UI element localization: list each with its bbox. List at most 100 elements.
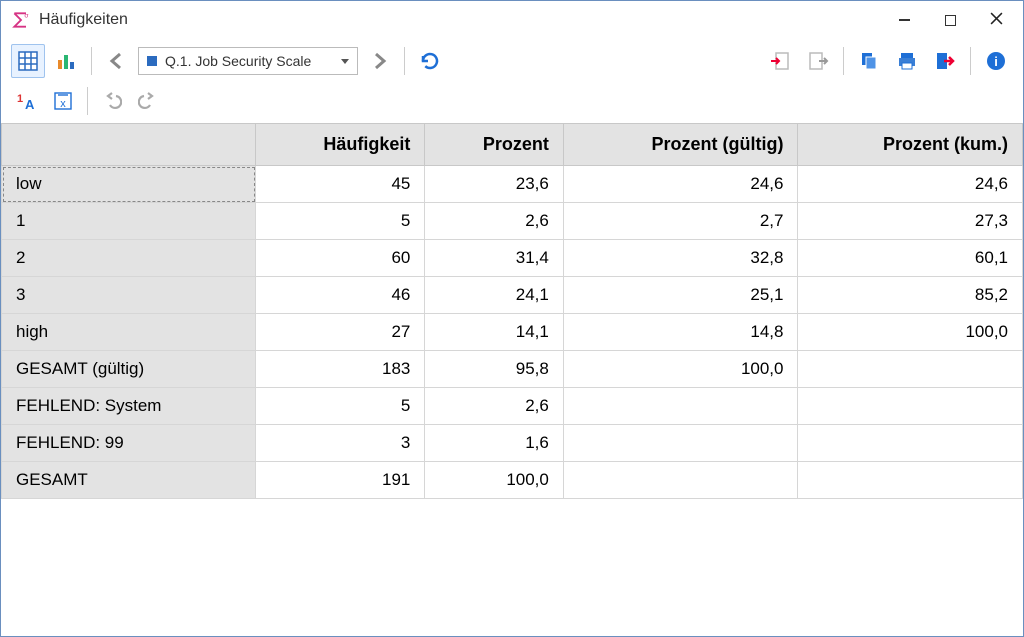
value-cell[interactable]: 2,6 — [425, 203, 563, 240]
redo-button[interactable] — [132, 85, 164, 117]
export-doc-icon — [807, 50, 829, 72]
row-label-cell[interactable]: FEHLEND: System — [2, 388, 256, 425]
value-cell[interactable]: 25,1 — [563, 277, 798, 314]
chart-view-button[interactable] — [49, 44, 83, 78]
svg-text:i: i — [994, 54, 998, 69]
row-label-cell[interactable]: FEHLEND: 99 — [2, 425, 256, 462]
undo-button[interactable] — [96, 85, 128, 117]
row-label-cell[interactable]: 2 — [2, 240, 256, 277]
table-row[interactable]: high2714,114,8100,0 — [2, 314, 1023, 351]
value-cell[interactable]: 60,1 — [798, 240, 1023, 277]
row-label-cell[interactable]: low — [2, 166, 256, 203]
undo-icon — [102, 91, 122, 111]
svg-text:1: 1 — [17, 93, 23, 105]
table-row[interactable]: GESAMT191100,0 — [2, 462, 1023, 499]
table-grid-icon — [17, 50, 39, 72]
col-header-cum-percent[interactable]: Prozent (kum.) — [798, 124, 1023, 166]
value-cell[interactable]: 60 — [256, 240, 425, 277]
value-cell[interactable]: 2,7 — [563, 203, 798, 240]
row-label-cell[interactable]: 1 — [2, 203, 256, 240]
printer-icon — [896, 50, 918, 72]
value-cell[interactable]: 14,1 — [425, 314, 563, 351]
import-button[interactable] — [763, 44, 797, 78]
value-cell[interactable]: 5 — [256, 203, 425, 240]
value-cell[interactable] — [563, 425, 798, 462]
value-cell[interactable] — [563, 462, 798, 499]
title-bar: σ Häufigkeiten — [1, 1, 1023, 39]
toolbar-separator — [91, 47, 92, 75]
table-row[interactable]: low4523,624,624,6 — [2, 166, 1023, 203]
copy-button[interactable] — [852, 44, 886, 78]
row-label-cell[interactable]: high — [2, 314, 256, 351]
value-cell[interactable]: 14,8 — [563, 314, 798, 351]
main-toolbar: Q.1. Job Security Scale i — [1, 39, 1023, 83]
col-header-percent[interactable]: Prozent — [425, 124, 563, 166]
nav-next-button[interactable] — [362, 44, 396, 78]
row-label-cell[interactable]: 3 — [2, 277, 256, 314]
col-header-frequency[interactable]: Häufigkeit — [256, 124, 425, 166]
refresh-icon — [419, 50, 441, 72]
value-cell[interactable] — [798, 388, 1023, 425]
table-row[interactable]: FEHLEND: System52,6 — [2, 388, 1023, 425]
variable-color-icon — [147, 56, 157, 66]
value-cell[interactable]: 191 — [256, 462, 425, 499]
value-cell[interactable]: 24,1 — [425, 277, 563, 314]
nav-prev-button[interactable] — [100, 44, 134, 78]
table-view-button[interactable] — [11, 44, 45, 78]
row-label-cell[interactable]: GESAMT (gültig) — [2, 351, 256, 388]
col-header-valid-percent[interactable]: Prozent (gültig) — [563, 124, 798, 166]
app-window: σ Häufigkeiten Q.1. Job Security Scale — [0, 0, 1024, 637]
window-minimize-button[interactable] — [881, 1, 927, 39]
row-label-cell[interactable]: GESAMT — [2, 462, 256, 499]
value-cell[interactable]: 45 — [256, 166, 425, 203]
refresh-button[interactable] — [413, 44, 447, 78]
value-cell[interactable] — [798, 462, 1023, 499]
table-row[interactable]: 152,62,727,3 — [2, 203, 1023, 240]
table-row[interactable]: 34624,125,185,2 — [2, 277, 1023, 314]
value-cell[interactable]: 31,4 — [425, 240, 563, 277]
print-button[interactable] — [890, 44, 924, 78]
value-cell[interactable]: 23,6 — [425, 166, 563, 203]
value-cell[interactable]: 5 — [256, 388, 425, 425]
value-cell[interactable]: 27,3 — [798, 203, 1023, 240]
svg-text:σ: σ — [24, 13, 28, 20]
export-button[interactable] — [801, 44, 835, 78]
value-cell[interactable]: 32,8 — [563, 240, 798, 277]
table-row[interactable]: 26031,432,860,1 — [2, 240, 1023, 277]
value-cell[interactable]: 2,6 — [425, 388, 563, 425]
window-close-button[interactable] — [973, 1, 1019, 39]
app-sigma-icon: σ — [11, 10, 31, 30]
value-cell[interactable] — [563, 388, 798, 425]
value-cell[interactable]: 27 — [256, 314, 425, 351]
value-cell[interactable] — [798, 351, 1023, 388]
window-maximize-button[interactable] — [927, 1, 973, 39]
value-cell[interactable]: 85,2 — [798, 277, 1023, 314]
value-cell[interactable]: 100,0 — [425, 462, 563, 499]
table-row[interactable]: FEHLEND: 9931,6 — [2, 425, 1023, 462]
value-cell[interactable]: 46 — [256, 277, 425, 314]
variable-dropdown-label: Q.1. Job Security Scale — [165, 53, 311, 69]
value-cell[interactable]: 100,0 — [563, 351, 798, 388]
table-body: low4523,624,624,6152,62,727,326031,432,8… — [2, 166, 1023, 499]
value-cell[interactable]: 24,6 — [798, 166, 1023, 203]
x-bar-icon: x — [52, 90, 74, 112]
value-cell[interactable] — [798, 425, 1023, 462]
secondary-toolbar: 1A x — [1, 83, 1023, 123]
value-cell[interactable]: 24,6 — [563, 166, 798, 203]
info-button[interactable]: i — [979, 44, 1013, 78]
arrow-right-icon — [368, 50, 390, 72]
col-header-category[interactable] — [2, 124, 256, 166]
value-cell[interactable]: 100,0 — [798, 314, 1023, 351]
toolbar-separator — [970, 47, 971, 75]
value-cell[interactable]: 183 — [256, 351, 425, 388]
exit-export-button[interactable] — [928, 44, 962, 78]
stats-toggle[interactable]: x — [47, 85, 79, 117]
table-row[interactable]: GESAMT (gültig)18395,8100,0 — [2, 351, 1023, 388]
value-labels-toggle[interactable]: 1A — [11, 85, 43, 117]
frequency-table: Häufigkeit Prozent Prozent (gültig) Proz… — [1, 123, 1023, 499]
variable-dropdown[interactable]: Q.1. Job Security Scale — [138, 47, 358, 75]
value-cell[interactable]: 1,6 — [425, 425, 563, 462]
value-cell[interactable]: 3 — [256, 425, 425, 462]
window-title: Häufigkeiten — [39, 11, 128, 29]
value-cell[interactable]: 95,8 — [425, 351, 563, 388]
